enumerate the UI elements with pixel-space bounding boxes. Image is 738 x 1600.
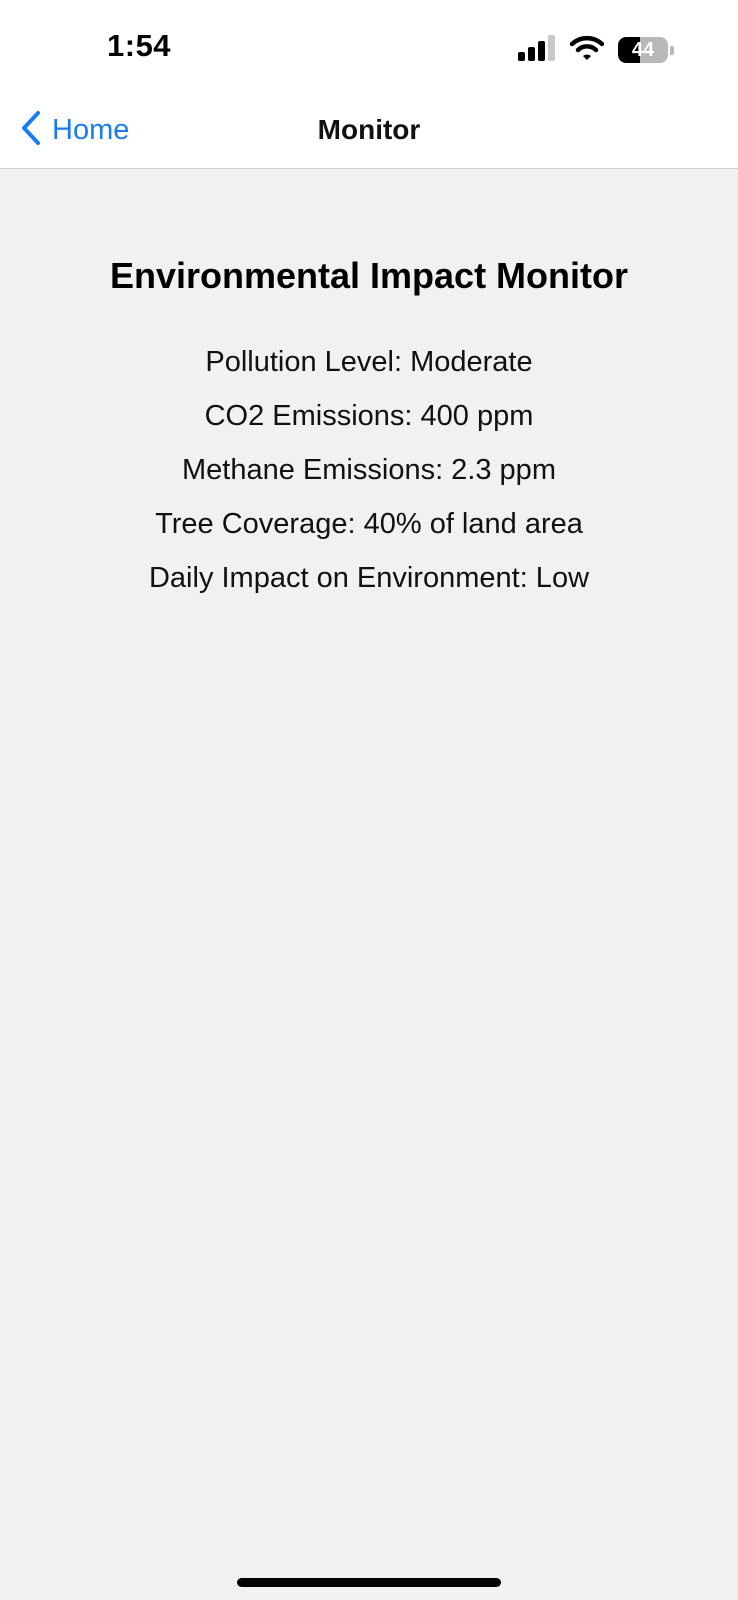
- status-time: 1:54: [107, 28, 172, 63]
- battery-cap: [670, 45, 674, 55]
- home-indicator[interactable]: [237, 1578, 501, 1587]
- metric-daily-impact: Daily Impact on Environment: Low: [148, 562, 590, 594]
- page-title: Environmental Impact Monitor: [109, 255, 629, 296]
- nav-title: Monitor: [317, 114, 421, 145]
- cellular-signal-icon: [518, 34, 556, 66]
- metric-pollution-level: Pollution Level: Moderate: [205, 346, 533, 378]
- navigation-bar: Home Monitor: [0, 100, 738, 169]
- battery-icon: 44: [618, 37, 668, 63]
- metric-co2-emissions: CO2 Emissions: 400 ppm: [204, 400, 534, 432]
- wifi-icon: [569, 35, 605, 66]
- battery-level: 44: [631, 38, 655, 61]
- metric-methane-emissions: Methane Emissions: 2.3 ppm: [182, 454, 556, 486]
- status-icons: 44: [518, 34, 674, 66]
- main-content: Environmental Impact Monitor Pollution L…: [0, 169, 738, 605]
- metrics-list: Pollution Level: Moderate CO2 Emissions:…: [0, 335, 738, 605]
- metric-tree-coverage: Tree Coverage: 40% of land area: [155, 508, 583, 540]
- status-bar: 1:54 44: [0, 0, 738, 100]
